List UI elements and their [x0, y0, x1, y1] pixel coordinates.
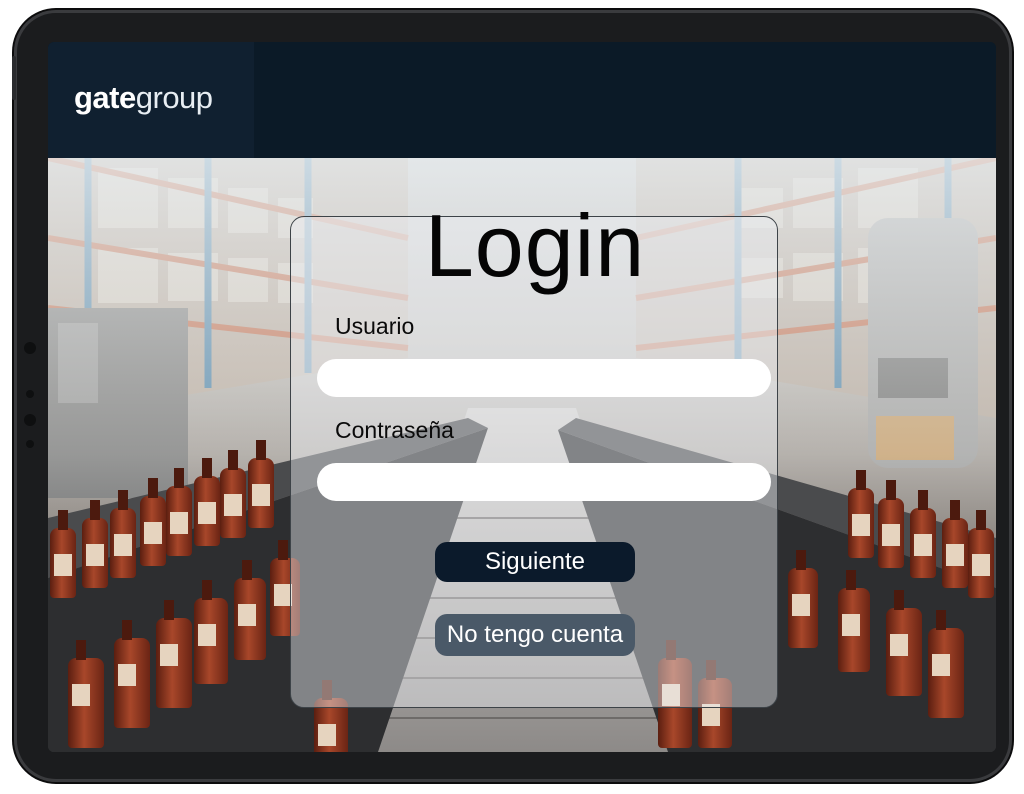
- bottle: [878, 480, 904, 568]
- logo-panel: gategroup: [48, 42, 254, 158]
- username-label: Usuario: [335, 313, 415, 339]
- login-card: Login Usuario Contraseña Siguiente No te…: [290, 196, 778, 708]
- username-input[interactable]: [317, 359, 771, 397]
- bottle: [82, 500, 108, 588]
- bottle: [194, 458, 220, 546]
- bottle: [140, 478, 166, 566]
- bottle: [166, 468, 192, 556]
- bottle: [68, 640, 104, 748]
- password-input[interactable]: [317, 463, 771, 501]
- bottle: [110, 490, 136, 578]
- bottle: [114, 620, 150, 728]
- bottle: [928, 610, 964, 718]
- bottle: [788, 550, 818, 648]
- no-account-button[interactable]: No tengo cuenta: [435, 614, 635, 656]
- bottle: [234, 560, 266, 660]
- password-label: Contraseña: [335, 417, 454, 443]
- bottle: [942, 500, 968, 588]
- bottle: [968, 510, 994, 598]
- device-sensor-dot: [26, 440, 34, 448]
- bottle: [838, 570, 870, 672]
- login-title: Login: [424, 196, 646, 295]
- bottle: [220, 450, 246, 538]
- next-button[interactable]: Siguiente: [435, 542, 635, 582]
- bottle: [194, 580, 228, 684]
- device-camera-dot: [24, 342, 36, 354]
- bottle: [910, 490, 936, 578]
- bottle: [50, 510, 76, 598]
- top-header: gategroup: [48, 42, 996, 158]
- device-sensor-dot: [26, 390, 34, 398]
- bottle: [156, 600, 192, 708]
- app-screen: gategroup Login Usuario Contraseña Sigui…: [48, 42, 996, 752]
- device-side-button: [12, 56, 16, 100]
- bottle: [886, 590, 922, 696]
- bottle: [248, 440, 274, 528]
- gategroup-logo: gategroup: [74, 80, 213, 116]
- bottle: [848, 470, 874, 558]
- logo-light-text: group: [135, 80, 213, 115]
- device-sensor-dot: [24, 414, 36, 426]
- logo-bold-text: gate: [74, 80, 136, 115]
